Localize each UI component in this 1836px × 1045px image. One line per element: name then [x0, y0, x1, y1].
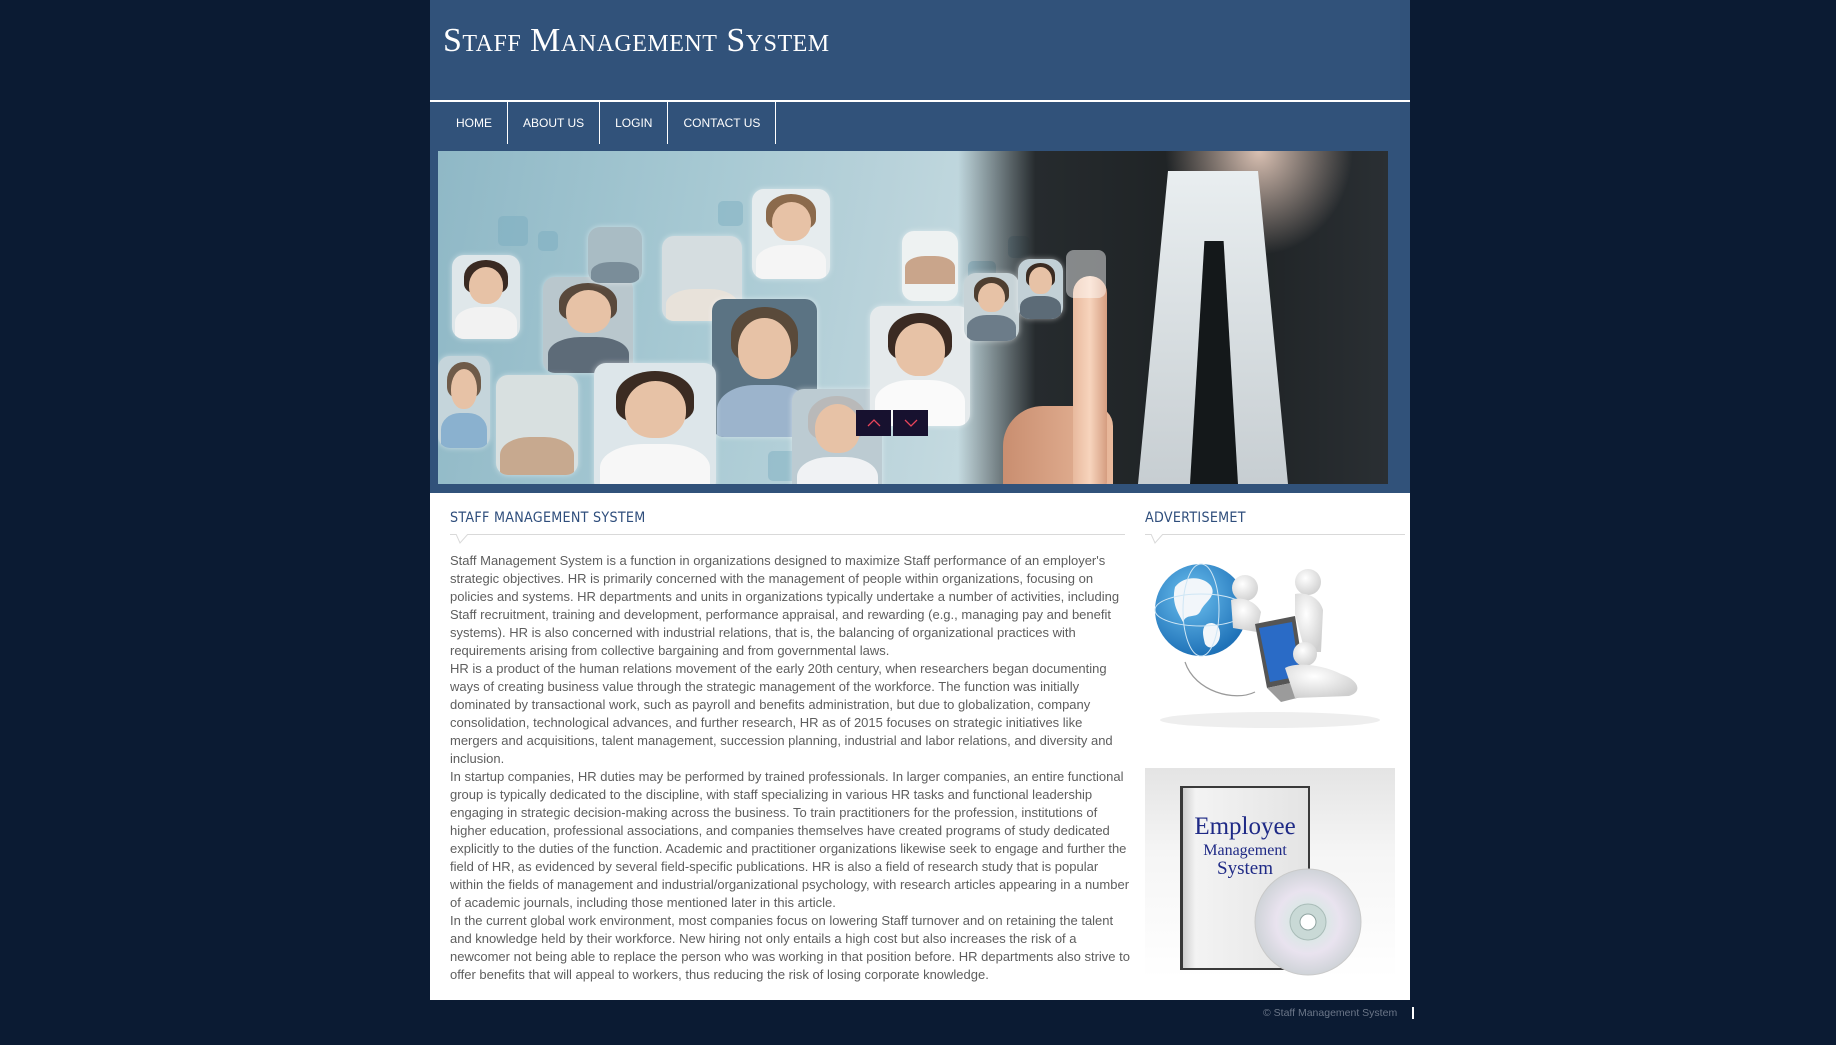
photo-tile	[902, 231, 958, 301]
banner-slider	[438, 151, 1388, 484]
box-text-system: System	[1217, 858, 1273, 879]
main-section-title: STAFF MANAGEMENT SYSTEM	[450, 510, 646, 526]
globe-laptop-illustration	[1154, 563, 1380, 728]
title-notch-icon	[456, 534, 469, 544]
header: Staff Management System HOME ABOUT US LO…	[430, 0, 1410, 493]
photo-tile	[543, 277, 633, 373]
footer-copyright: © Staff Management System	[1263, 1007, 1398, 1019]
decor-square	[718, 201, 743, 226]
box-text-employee: Employee	[1194, 813, 1295, 840]
nav-login[interactable]: LOGIN	[600, 102, 669, 144]
nav-home[interactable]: HOME	[440, 102, 508, 144]
footer-divider	[1412, 1007, 1414, 1019]
photo-tile	[870, 306, 970, 426]
sidebar-title: ADVERTISEMET	[1145, 510, 1246, 526]
advertisement-software-box[interactable]: Employee Management System	[1145, 768, 1395, 978]
decor-square	[538, 231, 558, 251]
decor-square	[498, 216, 528, 246]
content-area: STAFF MANAGEMENT SYSTEM Staff Management…	[430, 493, 1410, 1000]
article-paragraph: HR is a product of the human relations m…	[450, 661, 1113, 766]
page-container: Staff Management System HOME ABOUT US LO…	[430, 0, 1410, 1000]
box-text-management: Management	[1203, 842, 1287, 859]
photo-tile	[594, 363, 716, 484]
main-section-rule	[450, 534, 1125, 535]
chevron-up-icon	[867, 419, 880, 427]
software-box-illustration: Employee Management System	[1180, 786, 1362, 976]
article-paragraph: In the current global work environment, …	[450, 913, 1130, 982]
main-nav: HOME ABOUT US LOGIN CONTACT US	[430, 100, 1410, 144]
article-paragraph: Staff Management System is a function in…	[450, 553, 1120, 658]
nav-about-us[interactable]: ABOUT US	[508, 102, 601, 144]
chevron-down-icon	[904, 419, 917, 427]
nav-contact-us[interactable]: CONTACT US	[668, 102, 777, 144]
slider-next-button[interactable]	[893, 410, 928, 436]
banner-touch-glow	[1066, 250, 1106, 298]
banner-finger	[1073, 276, 1107, 484]
slider-prev-button[interactable]	[856, 410, 891, 436]
advertisement-globe-laptop[interactable]	[1145, 552, 1395, 734]
sidebar-rule	[1145, 534, 1405, 535]
article-paragraph: In startup companies, HR duties may be p…	[450, 769, 1130, 910]
title-notch-icon	[1151, 534, 1164, 544]
photo-tile	[792, 389, 882, 484]
photo-tile	[752, 189, 830, 279]
photo-tile	[496, 375, 578, 475]
photo-tile	[452, 255, 520, 339]
photo-tile	[1018, 259, 1063, 319]
photo-tile	[438, 356, 490, 448]
photo-tile	[588, 227, 642, 283]
main-article: Staff Management System is a function in…	[450, 552, 1130, 984]
site-title: Staff Management System	[443, 22, 830, 59]
photo-tile	[964, 273, 1019, 341]
